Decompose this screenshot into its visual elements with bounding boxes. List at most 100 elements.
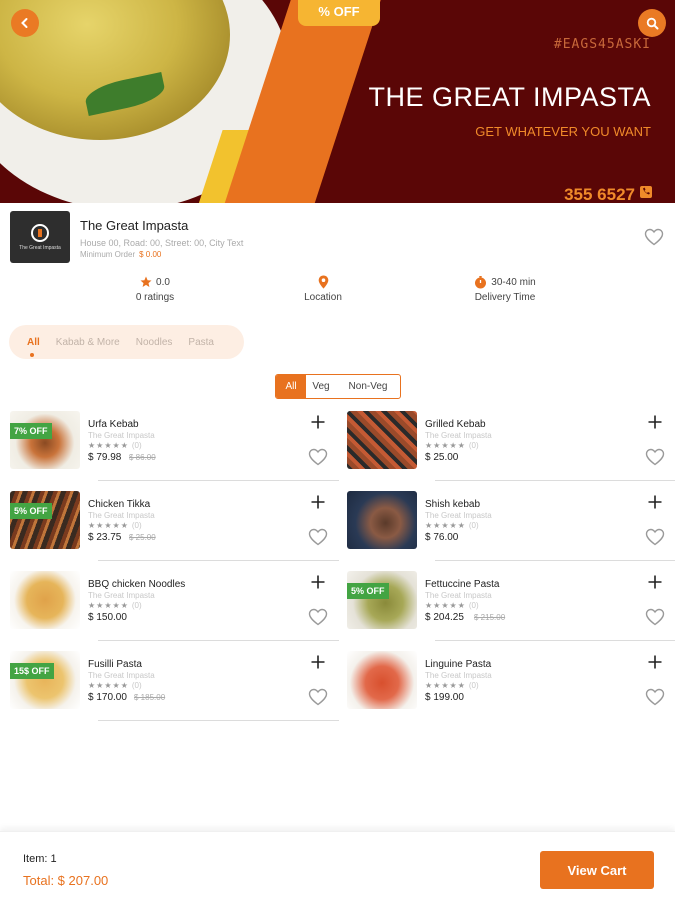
menu-item[interactable]: 5% OFF Chicken Tikka The Great Impasta ★… (10, 491, 340, 563)
timer-icon (475, 275, 487, 288)
filter-non-veg[interactable]: Non-Veg (336, 375, 400, 398)
star-icon (140, 276, 152, 287)
food-image (10, 651, 80, 709)
item-name: Shish kebab (425, 499, 481, 510)
item-name: BBQ chicken Noodles (88, 579, 186, 590)
search-button[interactable] (638, 9, 666, 37)
favorite-button[interactable] (645, 448, 665, 471)
favorite-button[interactable] (645, 528, 665, 551)
item-restaurant: The Great Impasta (425, 511, 492, 520)
item-restaurant: The Great Impasta (425, 671, 492, 680)
favorite-button[interactable] (308, 608, 328, 631)
category-tabs: All Kabab & More Noodles Pasta (9, 325, 244, 359)
heart-icon (308, 608, 328, 626)
location-pin-icon (318, 275, 328, 289)
menu-item[interactable]: 15$ OFF Fusilli Pasta The Great Impasta … (10, 651, 340, 723)
add-to-cart-button[interactable] (310, 654, 326, 670)
menu-item[interactable]: BBQ chicken Noodles The Great Impasta ★★… (10, 571, 340, 643)
star-icons: ★★★★★ (88, 601, 129, 610)
tab-noodles[interactable]: Noodles (136, 337, 173, 348)
rating-stat: 0.0 0 ratings (115, 274, 195, 303)
item-name: Grilled Kebab (425, 419, 486, 430)
menu-item[interactable]: 7% OFF Urfa Kebab The Great Impasta ★★★★… (10, 411, 340, 483)
menu-item[interactable]: 5% OFF Fettuccine Pasta The Great Impast… (347, 571, 675, 643)
delivery-time-label: Delivery Time (474, 292, 536, 303)
favorite-button[interactable] (645, 608, 665, 631)
location-stat[interactable]: Location (283, 274, 363, 303)
tab-pasta[interactable]: Pasta (188, 337, 214, 348)
favorite-button[interactable] (308, 688, 328, 711)
discount-badge: 15$ OFF (10, 663, 54, 679)
item-old-price: $ 215.00 (474, 613, 506, 622)
menu-item[interactable]: Shish kebab The Great Impasta ★★★★★ (0) $… (347, 491, 675, 563)
delivery-time-value: 30-40 min (491, 276, 536, 288)
item-name: Fusilli Pasta (88, 659, 142, 670)
menu-item[interactable]: Grilled Kebab The Great Impasta ★★★★★ (0)… (347, 411, 675, 483)
banner-subtitle: GET WHATEVER YOU WANT (475, 124, 651, 139)
add-to-cart-button[interactable] (647, 414, 663, 430)
item-old-price: $ 86.00 (129, 453, 156, 462)
add-to-cart-button[interactable] (310, 414, 326, 430)
item-rating: ★★★★★ (0) (88, 601, 142, 610)
favorite-restaurant-button[interactable] (644, 228, 664, 251)
rating-count: (0) (131, 681, 142, 690)
favorite-button[interactable] (645, 688, 665, 711)
back-arrow-icon (21, 18, 28, 28)
food-image (347, 411, 417, 469)
plus-icon (311, 415, 325, 429)
item-rating: ★★★★★ (0) (425, 601, 479, 610)
item-price: $ 79.98 (88, 452, 122, 463)
menu-item[interactable]: Linguine Pasta The Great Impasta ★★★★★ (0… (347, 651, 675, 723)
rating-count: (0) (468, 441, 479, 450)
item-divider (98, 640, 339, 641)
item-rating: ★★★★★ (0) (425, 441, 479, 450)
food-image (347, 571, 417, 629)
add-to-cart-button[interactable] (310, 574, 326, 590)
item-price: $ 204.25 (425, 612, 464, 623)
item-name: Chicken Tikka (88, 499, 151, 510)
filter-all[interactable]: All (276, 375, 306, 398)
minimum-order: Minimum Order $ 0.00 (80, 250, 161, 259)
item-name: Urfa Kebab (88, 419, 139, 430)
item-old-price: $ 185.00 (134, 693, 166, 702)
filter-veg[interactable]: Veg (306, 375, 336, 398)
item-price: $ 76.00 (425, 532, 459, 543)
rating-label: 0 ratings (135, 292, 175, 303)
delivery-stat: 30-40 min Delivery Time (465, 274, 545, 303)
star-icons: ★★★★★ (88, 441, 129, 450)
food-image (10, 491, 80, 549)
cart-total: Total: $ 207.00 (23, 873, 109, 888)
plus-icon (648, 655, 662, 669)
back-button[interactable] (11, 9, 39, 37)
item-divider (435, 480, 675, 481)
cart-bar: Item: 1 Total: $ 207.00 View Cart (0, 831, 675, 900)
rating-value: 0.0 (156, 276, 170, 288)
cart-item-count: Item: 1 (23, 853, 57, 865)
favorite-button[interactable] (308, 528, 328, 551)
restaurant-logo: The Great Impasta (10, 211, 70, 263)
item-name: Linguine Pasta (425, 659, 492, 670)
item-restaurant: The Great Impasta (425, 431, 492, 440)
item-restaurant: The Great Impasta (88, 591, 155, 600)
tab-all[interactable]: All (27, 337, 40, 357)
item-restaurant: The Great Impasta (88, 431, 155, 440)
minimum-order-value: $ 0.00 (139, 250, 162, 259)
add-to-cart-button[interactable] (647, 654, 663, 670)
restaurant-name: The Great Impasta (80, 218, 189, 233)
star-icons: ★★★★★ (88, 521, 129, 530)
item-rating: ★★★★★ (0) (88, 521, 142, 530)
phone-icon (639, 185, 653, 199)
heart-icon (644, 228, 664, 246)
add-to-cart-button[interactable] (310, 494, 326, 510)
favorite-button[interactable] (308, 448, 328, 471)
item-divider (435, 640, 675, 641)
tab-kabab-and-more[interactable]: Kabab & More (56, 337, 120, 348)
rating-count: (0) (131, 441, 142, 450)
item-rating: ★★★★★ (0) (425, 521, 479, 530)
food-image (10, 571, 80, 629)
discount-badge: 7% OFF (10, 423, 52, 439)
add-to-cart-button[interactable] (647, 574, 663, 590)
plus-icon (311, 495, 325, 509)
add-to-cart-button[interactable] (647, 494, 663, 510)
view-cart-button[interactable]: View Cart (540, 851, 654, 889)
